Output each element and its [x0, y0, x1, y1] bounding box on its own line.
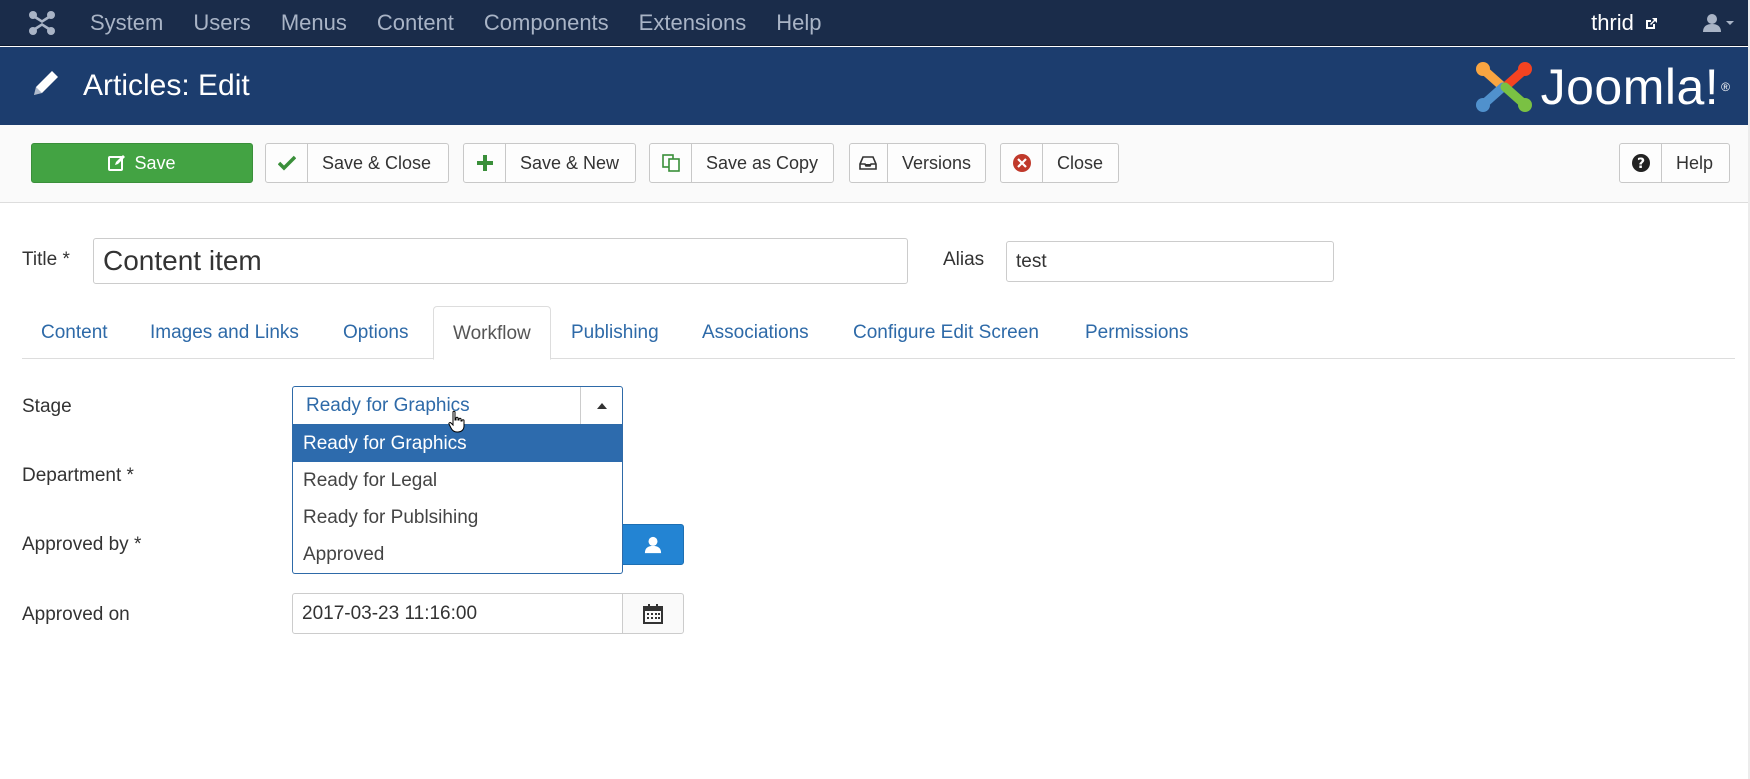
main-menu: System Users Menus Content Components Ex…	[90, 0, 852, 46]
versions-button[interactable]: Versions	[849, 143, 986, 183]
save-new-button[interactable]: Save & New	[463, 143, 636, 183]
versions-label: Versions	[901, 152, 971, 173]
stage-option-approved[interactable]: Approved	[293, 536, 622, 573]
menu-item-help[interactable]: Help	[776, 0, 821, 46]
joomla-brand-icon	[1475, 62, 1532, 112]
title-label: Title *	[22, 249, 70, 270]
page-header: Articles: Edit Joomla! ®	[0, 47, 1750, 125]
chevron-up-icon[interactable]	[580, 387, 622, 424]
close-button[interactable]: Close	[1000, 143, 1119, 183]
page-title: Articles: Edit	[83, 69, 250, 102]
user-menu-icon[interactable]	[1702, 13, 1722, 33]
toolbar: Save Save & Close Save & New Save as Cop…	[0, 125, 1750, 203]
save-close-label: Save & Close	[322, 152, 432, 173]
top-navbar: System Users Menus Content Components Ex…	[0, 0, 1750, 46]
alias-label: Alias	[943, 249, 985, 270]
approved-on-value: 2017-03-23 11:16:00	[302, 602, 478, 624]
menu-item-content[interactable]: Content	[377, 0, 454, 46]
edit-icon	[108, 155, 126, 171]
brand-name: Joomla!	[1540, 59, 1720, 115]
copy-icon	[650, 144, 692, 182]
pencil-icon	[34, 71, 58, 95]
tab-content[interactable]: Content	[22, 306, 127, 359]
approved-on-input[interactable]: 2017-03-23 11:16:00	[292, 593, 623, 634]
site-link[interactable]: thrid	[1591, 0, 1658, 46]
user-icon	[644, 536, 662, 553]
save-button-label: Save	[134, 152, 176, 173]
tab-options[interactable]: Options	[324, 306, 427, 359]
site-name: thrid	[1591, 10, 1634, 35]
menu-item-users[interactable]: Users	[193, 0, 250, 46]
approved-by-label: Approved by *	[22, 534, 142, 555]
chevron-down-icon	[1726, 21, 1734, 25]
alias-input-value: test	[1016, 250, 1047, 272]
tab-associations[interactable]: Associations	[683, 306, 828, 359]
plus-icon	[464, 144, 506, 182]
save-new-label: Save & New	[520, 152, 620, 173]
save-as-copy-button[interactable]: Save as Copy	[649, 143, 834, 183]
save-button[interactable]: Save	[31, 143, 253, 183]
calendar-button[interactable]	[622, 593, 684, 634]
save-close-button[interactable]: Save & Close	[265, 143, 449, 183]
approved-on-label: Approved on	[22, 604, 130, 625]
tab-configure-edit-screen[interactable]: Configure Edit Screen	[834, 306, 1058, 359]
svg-text:?: ?	[1636, 156, 1644, 172]
menu-item-system[interactable]: System	[90, 0, 163, 46]
menu-item-menus[interactable]: Menus	[281, 0, 347, 46]
brand-registered-mark: ®	[1721, 80, 1730, 94]
stage-label: Stage	[22, 396, 72, 417]
title-input[interactable]: Content item	[93, 238, 908, 284]
save-as-copy-label: Save as Copy	[706, 152, 819, 173]
calendar-icon	[643, 603, 663, 624]
title-input-value: Content item	[103, 245, 262, 276]
joomla-logo-icon[interactable]	[28, 10, 56, 36]
tab-permissions[interactable]: Permissions	[1066, 306, 1207, 359]
department-label: Department *	[22, 465, 134, 486]
archive-icon	[850, 144, 888, 182]
tab-images-and-links[interactable]: Images and Links	[131, 306, 318, 359]
stage-select-value: Ready for Graphics	[306, 395, 470, 416]
help-button[interactable]: ? Help	[1619, 143, 1730, 183]
stage-option-ready-for-publishing[interactable]: Ready for Publsihing	[293, 499, 622, 536]
menu-item-extensions[interactable]: Extensions	[639, 0, 747, 46]
alias-input[interactable]: test	[1006, 241, 1334, 282]
hand-cursor-icon	[448, 410, 465, 433]
tab-workflow[interactable]: Workflow	[433, 306, 551, 360]
close-circle-icon	[1001, 144, 1043, 182]
help-label: Help	[1676, 152, 1714, 173]
stage-dropdown-list: Ready for Graphics Ready for Legal Ready…	[292, 425, 623, 574]
tab-bar: Content Images and Links Options Workflo…	[22, 306, 1735, 360]
tab-publishing[interactable]: Publishing	[552, 306, 678, 359]
select-user-button[interactable]	[622, 524, 684, 565]
close-label: Close	[1057, 152, 1104, 173]
external-link-icon	[1646, 18, 1657, 29]
check-icon	[266, 144, 308, 182]
joomla-brand: Joomla! ®	[1473, 57, 1730, 117]
stage-option-ready-for-legal[interactable]: Ready for Legal	[293, 462, 622, 499]
menu-item-components[interactable]: Components	[484, 0, 609, 46]
question-icon: ?	[1620, 144, 1662, 182]
